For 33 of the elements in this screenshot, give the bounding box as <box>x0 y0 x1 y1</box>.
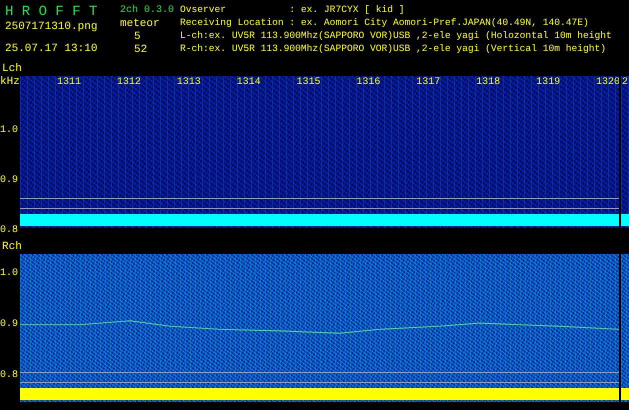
info-line: R-ch:ex. UV5R 113.900Mhz(SAPPORO VOR)USB ,2-ele yagi (Vertical 10m height) <box>180 42 608 55</box>
info-line: L-ch:ex. UV5R 113.900Mhz(SAPPORO VOR)USB ,2-ele yagi (Holozontal 10m height <box>180 29 612 42</box>
time-label: 1320 <box>596 76 620 90</box>
time-label: 1319 <box>536 76 562 90</box>
axis-label: 1.0 <box>0 124 20 138</box>
info-line: Receiving Location : ex. Aomori City Aomori-Pref.JAPAN(40.49N, 140.47E) <box>180 16 590 29</box>
axis-label: 1.0 <box>0 267 20 281</box>
time-label: 1318 <box>476 76 502 90</box>
time-label: 2 <box>622 76 628 90</box>
app-name: H R O F F T <box>5 3 98 21</box>
time-label: 1315 <box>296 76 322 90</box>
channel-label: Rch <box>1 240 23 254</box>
meteor-count: 5 <box>133 31 142 44</box>
version-label: 2ch 0.3.0 <box>120 4 176 18</box>
time-label: 1314 <box>236 76 262 90</box>
meteor-count: 52 <box>133 44 148 57</box>
time-label: 1312 <box>116 76 142 90</box>
info-line: Ovserver : ex. JR7CYX [ kid ] <box>180 3 406 16</box>
time-label: 1311 <box>56 76 82 90</box>
timestamp: 25.07.17 13:10 <box>5 43 98 56</box>
signal-band <box>621 388 629 400</box>
time-label: 1313 <box>176 76 202 90</box>
time-label: 1316 <box>356 76 382 90</box>
axis-label: 0.8 <box>0 369 20 383</box>
unit-label: kHz <box>0 76 20 89</box>
axis-label: 0.9 <box>0 174 20 188</box>
time-label: 1317 <box>416 76 442 90</box>
channel-label: Lch <box>1 62 23 76</box>
axis-label: 0.8 <box>0 224 20 238</box>
count-label: meteor <box>120 18 161 31</box>
signal-band <box>621 214 629 226</box>
axis-label: 0.9 <box>0 318 20 332</box>
file-name: 2507171310.png <box>5 21 98 34</box>
